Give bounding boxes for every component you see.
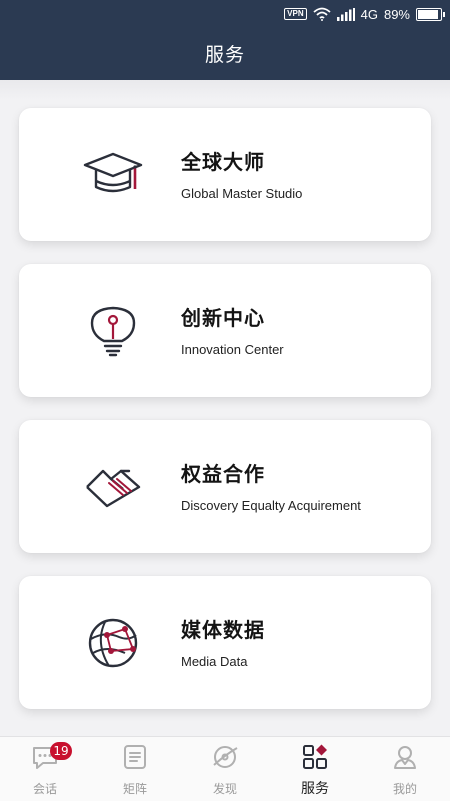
card-subtitle: Discovery Equalty Acquirement bbox=[181, 498, 361, 513]
user-profile-icon bbox=[394, 746, 416, 769]
unread-badge: 19 bbox=[50, 742, 72, 760]
tab-label: 服务 bbox=[301, 781, 329, 797]
globe-network-icon bbox=[88, 618, 138, 668]
tab-chat[interactable]: 19 会话 bbox=[0, 737, 90, 801]
tab-me[interactable]: 我的 bbox=[360, 737, 450, 801]
service-list: 全球大师 Global Master Studio 创新中心 Innovatio… bbox=[0, 80, 450, 736]
network-type: 4G bbox=[360, 6, 378, 22]
tab-discover[interactable]: 发现 bbox=[180, 737, 270, 801]
wifi-icon bbox=[313, 7, 331, 21]
graduation-cap-icon bbox=[83, 152, 143, 193]
card-title: 创新中心 bbox=[181, 306, 265, 330]
battery-fill bbox=[418, 9, 438, 19]
card-title: 权益合作 bbox=[181, 462, 265, 486]
tab-label: 我的 bbox=[392, 782, 417, 796]
grid-apps-icon bbox=[303, 744, 327, 769]
card-subtitle: Media Data bbox=[181, 654, 248, 669]
handshake-icon bbox=[86, 469, 141, 508]
card-innovation-center[interactable]: 创新中心 Innovation Center bbox=[19, 264, 431, 397]
vpn-indicator: VPN bbox=[284, 8, 307, 20]
card-global-master-studio[interactable]: 全球大师 Global Master Studio bbox=[19, 108, 431, 241]
bottom-tab-bar: 19 会话 矩阵 发现 服务 我的 bbox=[0, 736, 450, 801]
card-equity-cooperation[interactable]: 权益合作 Discovery Equalty Acquirement bbox=[19, 420, 431, 553]
document-list-icon bbox=[124, 745, 146, 769]
card-subtitle: Global Master Studio bbox=[181, 186, 303, 201]
tab-label: 发现 bbox=[212, 782, 237, 796]
card-subtitle: Innovation Center bbox=[181, 342, 284, 357]
tab-label: 会话 bbox=[32, 782, 57, 796]
signal-icon bbox=[336, 7, 355, 21]
lightbulb-icon bbox=[90, 306, 136, 357]
status-bar: VPN 4G 89% bbox=[284, 5, 445, 23]
page-title: 服务 bbox=[204, 44, 245, 66]
card-title: 媒体数据 bbox=[181, 618, 265, 642]
tab-services[interactable]: 服务 bbox=[270, 737, 360, 801]
battery-percent: 89% bbox=[383, 6, 410, 22]
tab-label: 矩阵 bbox=[122, 782, 147, 796]
battery-icon bbox=[416, 7, 445, 21]
card-media-data[interactable]: 媒体数据 Media Data bbox=[19, 576, 431, 709]
app-header: VPN 4G 89% 服务 bbox=[0, 0, 450, 80]
card-title: 全球大师 bbox=[181, 150, 265, 174]
compass-icon bbox=[213, 746, 238, 768]
tab-matrix[interactable]: 矩阵 bbox=[90, 737, 180, 801]
